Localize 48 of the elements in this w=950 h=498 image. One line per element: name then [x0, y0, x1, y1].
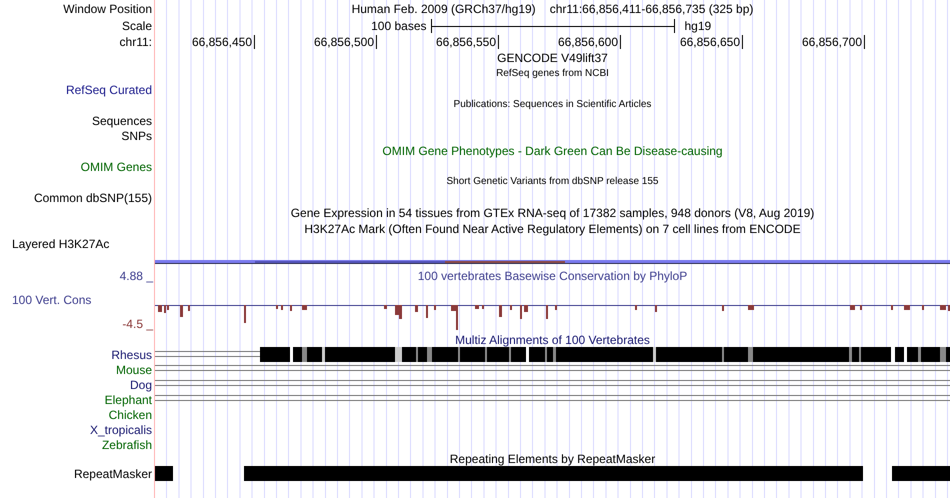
- row-label: Window Position: [63, 2, 152, 16]
- species-label[interactable]: Chicken: [108, 408, 152, 422]
- track-label[interactable]: RefSeq Curated: [66, 82, 152, 96]
- track-title: 100 vertebrates Basewise Conservation by PhyloP: [416, 269, 688, 283]
- repeat-element: [155, 466, 173, 481]
- tick-mark: [742, 35, 743, 49]
- track-label[interactable]: Sequences: [92, 114, 152, 128]
- track-title: Publications: Sequences in Scientific Articles: [454, 99, 652, 111]
- species-label[interactable]: Zebrafish: [102, 438, 152, 452]
- tick-mark: [254, 35, 255, 49]
- track-title: OMIM Gene Phenotypes - Dark Green Can Be Disease-causing: [382, 144, 723, 158]
- species-label[interactable]: Dog: [130, 378, 152, 392]
- row-label: Scale: [122, 19, 152, 33]
- species-label[interactable]: Rhesus: [111, 348, 152, 362]
- track-label[interactable]: Layered H3K27Ac: [12, 237, 110, 251]
- species-label[interactable]: Mouse: [116, 362, 152, 376]
- coordinate-label: 66,856,700: [802, 35, 862, 49]
- scale-length: 100 bases: [371, 19, 428, 33]
- tick-mark: [864, 35, 865, 49]
- track-title: Multiz Alignments of 100 Vertebrates: [455, 333, 650, 347]
- axis-min-label: -4.5 _: [122, 317, 153, 331]
- track-title: Gene Expression in 54 tissues from GTEx RNA-seq of 17382 samples, 948 donors (V8, Aug 2019): [290, 206, 814, 220]
- track-title: Repeating Elements by RepeatMasker: [450, 452, 656, 466]
- chromosome-label: chr11:: [120, 35, 152, 49]
- position-text: chr11:66,856,411-66,856,735 (325 bp): [550, 2, 754, 16]
- repeat-element: [892, 466, 950, 481]
- coordinate-label: 66,856,650: [680, 35, 740, 49]
- coordinate-label: 66,856,450: [192, 35, 252, 49]
- track-title: RefSeq genes from NCBI: [496, 68, 609, 80]
- assembly-label: hg19: [684, 19, 712, 33]
- tick-mark: [376, 35, 377, 49]
- track-title: H3K27Ac Mark (Often Found Near Active Regulatory Elements) on 7 cell lines from ENCODE: [304, 222, 801, 236]
- track-title: GENCODE V49lift37: [497, 51, 608, 65]
- species-label[interactable]: Elephant: [104, 392, 152, 406]
- tick-mark: [620, 35, 621, 49]
- species-label[interactable]: X_tropicalis: [90, 422, 152, 436]
- coordinate-label: 66,856,500: [314, 35, 374, 49]
- track-label[interactable]: Common dbSNP(155): [34, 190, 152, 204]
- assembly-title: Human Feb. 2009 (GRCh37/hg19): [352, 2, 536, 16]
- tick-mark: [498, 35, 499, 49]
- track-label[interactable]: OMIM Genes: [80, 160, 152, 174]
- track-label[interactable]: SNPs: [121, 128, 152, 142]
- coordinate-label: 66,856,600: [558, 35, 618, 49]
- axis-max-label: 4.88 _: [120, 269, 153, 283]
- track-title: Short Genetic Variants from dbSNP release 155: [446, 176, 658, 188]
- track-label[interactable]: RepeatMasker: [74, 467, 152, 481]
- track-label[interactable]: 100 Vert. Cons: [12, 293, 153, 307]
- coordinate-label: 66,856,550: [436, 35, 496, 49]
